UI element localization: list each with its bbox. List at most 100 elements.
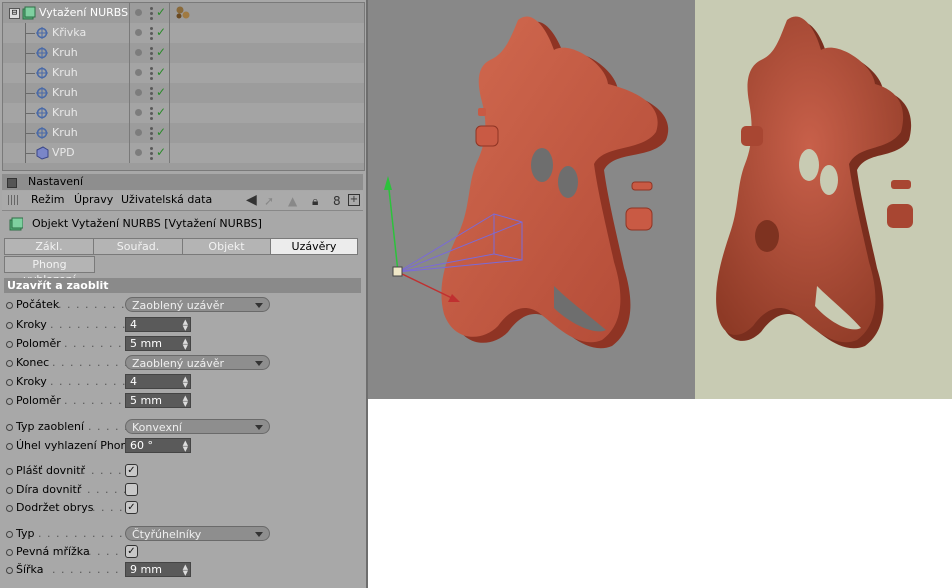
constrain-checkbox[interactable]: ✓ bbox=[125, 501, 138, 514]
tab-caps[interactable]: Uzávěry bbox=[270, 238, 358, 255]
animate-bullet-icon[interactable] bbox=[6, 487, 13, 494]
animate-bullet-icon[interactable] bbox=[6, 379, 13, 386]
end-steps-field[interactable]: 4 ▲ ▼ bbox=[125, 374, 191, 389]
spinner-icon[interactable]: ▲ ▼ bbox=[183, 376, 188, 389]
object-name[interactable]: Kruh bbox=[52, 46, 78, 59]
animate-bullet-icon[interactable] bbox=[6, 531, 13, 538]
cylinder-small[interactable] bbox=[625, 207, 653, 231]
start-radius-field[interactable]: 5 mm ▲ ▼ bbox=[125, 336, 191, 351]
visibility-dots-icon[interactable] bbox=[149, 26, 155, 40]
spinner-icon[interactable]: ▲ ▼ bbox=[183, 395, 188, 408]
object-row[interactable]: Kruh ✓ bbox=[3, 83, 364, 103]
tab-phong[interactable]: Phong vyhlazení bbox=[4, 256, 95, 286]
object-row[interactable]: VPD ✓ bbox=[3, 143, 364, 163]
layer-dot-icon[interactable] bbox=[135, 89, 142, 96]
menu-user-data[interactable]: Uživatelská data bbox=[121, 193, 212, 206]
object-name[interactable]: Křivka bbox=[52, 26, 86, 39]
new-panel-icon[interactable]: + bbox=[348, 194, 360, 206]
cylinder-small[interactable] bbox=[475, 125, 499, 147]
end-cap-select[interactable]: Zaoblený uzávěr bbox=[125, 355, 270, 370]
editor-viewport[interactable] bbox=[368, 0, 695, 399]
grip-icon[interactable] bbox=[8, 195, 18, 205]
visibility-dots-icon[interactable] bbox=[149, 46, 155, 60]
object-row[interactable]: Kruh ✓ bbox=[3, 103, 364, 123]
visibility-dots-icon[interactable] bbox=[149, 146, 155, 160]
animate-bullet-icon[interactable] bbox=[6, 322, 13, 329]
enabled-check-icon[interactable]: ✓ bbox=[156, 45, 166, 59]
object-name[interactable]: Kruh bbox=[52, 126, 78, 139]
animate-bullet-icon[interactable] bbox=[6, 505, 13, 512]
enabled-check-icon[interactable]: ✓ bbox=[156, 5, 166, 19]
tab-basic[interactable]: Zákl. bbox=[4, 238, 94, 255]
link-icon[interactable]: 8 bbox=[333, 194, 341, 208]
back-arrow-icon[interactable]: ◀ bbox=[246, 192, 257, 208]
fillet-type-select[interactable]: Konvexní bbox=[125, 419, 270, 434]
spinner-icon[interactable]: ▲ ▼ bbox=[183, 440, 188, 453]
enabled-check-icon[interactable]: ✓ bbox=[156, 65, 166, 79]
mesh-type-select[interactable]: Čtyřúhelníky bbox=[125, 526, 270, 541]
lock-icon[interactable]: 🔒︎ bbox=[312, 194, 318, 209]
up-arrow-icon[interactable]: ▲ bbox=[288, 194, 297, 208]
start-steps-field[interactable]: 4 ▲ ▼ bbox=[125, 317, 191, 332]
spinner-icon[interactable]: ▲ ▼ bbox=[183, 338, 188, 351]
object-name[interactable]: Kruh bbox=[52, 86, 78, 99]
layer-dot-icon[interactable] bbox=[135, 149, 142, 156]
collapse-icon[interactable]: ⊟ bbox=[9, 8, 20, 19]
end-radius-field[interactable]: 5 mm ▲ ▼ bbox=[125, 393, 191, 408]
object-name[interactable]: Vytažení NURBS bbox=[39, 6, 128, 19]
object-row[interactable]: Kruh ✓ bbox=[3, 63, 364, 83]
animate-bullet-icon[interactable] bbox=[6, 424, 13, 431]
visibility-dots-icon[interactable] bbox=[149, 66, 155, 80]
enabled-check-icon[interactable]: ✓ bbox=[156, 105, 166, 119]
visibility-dots-icon[interactable] bbox=[149, 126, 155, 140]
layer-dot-icon[interactable] bbox=[135, 109, 142, 116]
section-caps-fillet[interactable]: Uzavřít a zaoblit bbox=[4, 278, 361, 293]
object-name[interactable]: Kruh bbox=[52, 66, 78, 79]
render-view[interactable] bbox=[695, 0, 952, 399]
object-name[interactable]: VPD bbox=[52, 146, 75, 159]
visibility-dots-icon[interactable] bbox=[149, 86, 155, 100]
cylinder-small[interactable] bbox=[631, 181, 653, 191]
object-row[interactable]: Kruh ✓ bbox=[3, 123, 364, 143]
spinner-icon[interactable]: ▲ ▼ bbox=[183, 319, 188, 332]
enabled-check-icon[interactable]: ✓ bbox=[156, 85, 166, 99]
phong-angle-field[interactable]: 60 ° ▲ ▼ bbox=[125, 438, 191, 453]
visibility-dots-icon[interactable] bbox=[149, 106, 155, 120]
layer-dot-icon[interactable] bbox=[135, 9, 142, 16]
animate-bullet-icon[interactable] bbox=[6, 302, 13, 309]
hull-inward-checkbox[interactable]: ✓ bbox=[125, 464, 138, 477]
enabled-check-icon[interactable]: ✓ bbox=[156, 125, 166, 139]
regular-grid-checkbox[interactable]: ✓ bbox=[125, 545, 138, 558]
menu-edit[interactable]: Úpravy bbox=[74, 193, 113, 206]
object-row[interactable]: Křivka ✓ bbox=[3, 23, 364, 43]
tab-object[interactable]: Objekt bbox=[182, 238, 271, 255]
material-tag-icon[interactable] bbox=[175, 6, 191, 20]
animate-bullet-icon[interactable] bbox=[6, 341, 13, 348]
object-name[interactable]: Kruh bbox=[52, 106, 78, 119]
forward-arrow-icon[interactable]: ➚ bbox=[264, 194, 274, 208]
layer-dot-icon[interactable] bbox=[135, 69, 142, 76]
visibility-dots-icon[interactable] bbox=[149, 6, 155, 20]
animate-bullet-icon[interactable] bbox=[6, 360, 13, 367]
animate-bullet-icon[interactable] bbox=[6, 468, 13, 475]
hole-inward-checkbox[interactable] bbox=[125, 483, 138, 496]
layer-dot-icon[interactable] bbox=[135, 129, 142, 136]
animate-bullet-icon[interactable] bbox=[6, 567, 13, 574]
enabled-check-icon[interactable]: ✓ bbox=[156, 25, 166, 39]
panel-toggle-icon[interactable] bbox=[7, 178, 17, 188]
animate-bullet-icon[interactable] bbox=[6, 443, 13, 450]
camera-icon[interactable] bbox=[392, 266, 403, 277]
layer-dot-icon[interactable] bbox=[135, 29, 142, 36]
cylinder-small[interactable] bbox=[478, 108, 486, 116]
spinner-icon[interactable]: ▲ ▼ bbox=[183, 564, 188, 577]
menu-mode[interactable]: Režim bbox=[31, 193, 64, 206]
start-cap-select[interactable]: Zaoblený uzávěr bbox=[125, 297, 270, 312]
enabled-check-icon[interactable]: ✓ bbox=[156, 145, 166, 159]
width-field[interactable]: 9 mm ▲ ▼ bbox=[125, 562, 191, 577]
animate-bullet-icon[interactable] bbox=[6, 549, 13, 556]
layer-dot-icon[interactable] bbox=[135, 49, 142, 56]
object-row[interactable]: ⊟ Vytažení NURBS ✓ bbox=[3, 3, 364, 23]
animate-bullet-icon[interactable] bbox=[6, 398, 13, 405]
object-row[interactable]: Kruh ✓ bbox=[3, 43, 364, 63]
tab-coordinates[interactable]: Souřad. bbox=[93, 238, 183, 255]
